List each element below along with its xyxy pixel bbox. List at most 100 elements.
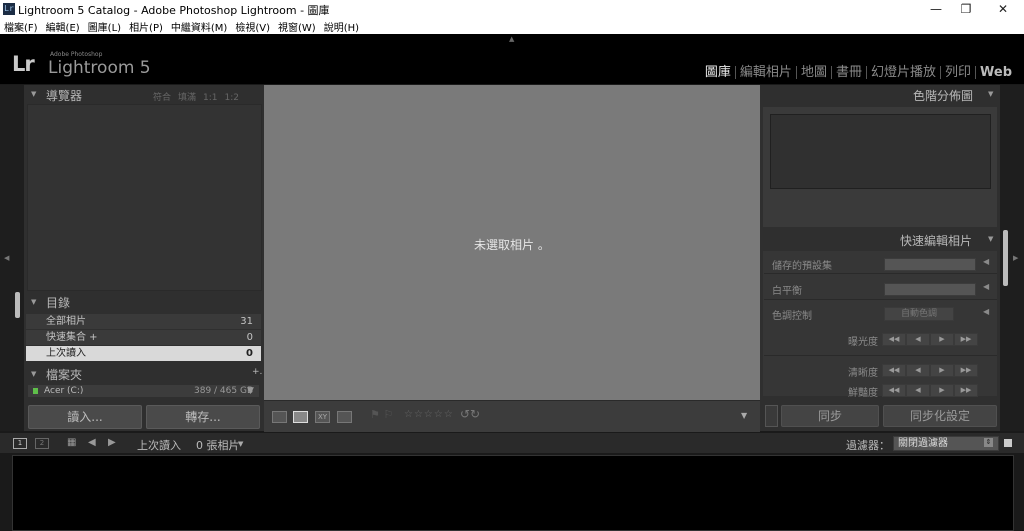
catalog-item-last-import[interactable]: 上次讀入 0 [26,346,261,361]
lr-logo: Lr [12,52,35,76]
zoom-fill[interactable]: 填滿 [178,93,196,103]
histogram-title[interactable]: 色階分佈圖 [913,87,973,104]
menu-metadata[interactable]: 中繼資料(M) [167,18,231,34]
exposure-big-up[interactable]: ▶▶ [954,333,978,346]
catalog-title[interactable]: 目錄 [46,294,70,311]
volume-status-icon [33,388,38,394]
module-library[interactable]: 圖庫 [701,61,735,80]
white-balance-dropdown[interactable] [884,283,976,296]
app-icon: Lr [3,3,15,15]
catalog-item-label: 上次讀入 [46,348,86,359]
clarity-big-up[interactable]: ▶▶ [954,364,978,377]
maximize-button[interactable]: ❐ [948,0,984,18]
sync-settings-button[interactable]: 同步化設定 [883,405,997,427]
zoom-fit[interactable]: 符合 [153,93,171,103]
vibrance-big-down[interactable]: ◀◀ [882,384,906,397]
filter-dropdown-arrow-icon[interactable]: ⇕ [984,438,993,447]
navigator-title[interactable]: 導覽器 [46,87,82,104]
exposure-up[interactable]: ▶ [930,333,954,346]
volume-dropdown-icon[interactable]: ▼ [247,385,254,397]
clarity-up[interactable]: ▶ [930,364,954,377]
filmstrip-count[interactable]: 0 張相片 [196,437,240,453]
compare-view-icon[interactable]: XY [315,411,330,423]
exposure-down[interactable]: ◀ [906,333,930,346]
collapse-top-icon[interactable]: ▲ [509,35,514,43]
folder-volume[interactable]: Acer (C:) 389 / 465 GB ▼ [28,385,259,397]
clarity-down[interactable]: ◀ [906,364,930,377]
catalog-item-quick[interactable]: 快速集合 + 0 [26,330,261,345]
volume-info: 389 / 465 GB [194,386,254,396]
filmstrip[interactable] [12,455,1014,531]
zoom-1-2[interactable]: 1:2 [225,93,239,103]
quick-develop-collapse-icon[interactable]: ▼ [988,235,993,243]
grid-small-icon[interactable]: ▦ [67,437,76,448]
rating-stars[interactable]: ☆☆☆☆☆ [404,409,454,420]
zoom-1-1[interactable]: 1:1 [203,93,217,103]
white-balance-arrow-icon[interactable]: ◀ [983,282,989,291]
catalog-item-all[interactable]: 全部相片 31 [26,314,261,329]
add-folder-button[interactable]: +. [252,367,262,377]
right-scrollbar[interactable] [1003,230,1008,286]
window-titlebar: Lr Lightroom 5 Catalog - Adobe Photoshop… [0,0,1024,18]
back-icon[interactable]: ◀ [88,437,96,448]
histogram-collapse-icon[interactable]: ▼ [988,90,993,98]
auto-tone-button[interactable]: 自動色調 [884,307,954,321]
navigator-collapse-icon[interactable]: ▼ [31,90,36,98]
collapse-left-icon[interactable]: ◀ [4,254,9,262]
close-button[interactable]: ✕ [985,0,1021,18]
menu-photo[interactable]: 相片(P) [125,18,167,34]
primary-window-icon[interactable]: 1 [13,438,27,449]
exposure-big-down[interactable]: ◀◀ [882,333,906,346]
qd-tone-label: 色調控制 [772,311,812,322]
loupe-view-icon[interactable] [293,411,308,423]
module-picker: 圖庫 編輯相片 地圖 書冊 幻燈片播放 列印 Web [701,61,1016,80]
saved-preset-dropdown[interactable] [884,258,976,271]
collapse-right-icon[interactable]: ▶ [1013,254,1018,262]
menu-view[interactable]: 檢視(V) [231,18,274,34]
menu-file[interactable]: 檔案(F) [0,18,42,34]
survey-view-icon[interactable] [337,411,352,423]
forward-icon[interactable]: ▶ [108,437,116,448]
toolbar-menu-icon[interactable]: ▼ [741,411,747,420]
module-print[interactable]: 列印 [941,61,975,80]
module-slideshow[interactable]: 幻燈片播放 [867,61,940,80]
menu-window[interactable]: 視窗(W) [274,18,320,34]
adobe-label: Adobe Photoshop [50,51,103,58]
vibrance-down[interactable]: ◀ [906,384,930,397]
module-map[interactable]: 地圖 [797,61,831,80]
filter-lock-icon[interactable] [1004,439,1012,447]
import-button[interactable]: 讀入... [28,405,142,429]
left-scrollbar[interactable] [15,292,20,318]
clarity-big-down[interactable]: ◀◀ [882,364,906,377]
folders-collapse-icon[interactable]: ▼ [31,370,36,378]
window-title: Lightroom 5 Catalog - Adobe Photoshop Li… [18,4,330,17]
navigator-zoom-options: 符合 填滿 1:1 1:2 [153,90,246,103]
saved-preset-arrow-icon[interactable]: ◀ [983,257,989,266]
menu-help[interactable]: 說明(H) [320,18,363,34]
filmstrip-source[interactable]: 上次讀入 [137,437,181,453]
filter-label: 過濾器： [846,439,890,452]
menu-library[interactable]: 圖庫(L) [84,18,125,34]
folders-title[interactable]: 檔案夾 [46,366,82,383]
rotate-icons[interactable]: ↺↻ [460,407,480,421]
navigator-preview[interactable] [27,104,262,291]
catalog-item-label: 全部相片 [46,316,86,327]
quick-develop-title[interactable]: 快速編輯相片 [900,232,972,249]
menu-edit[interactable]: 編輯(E) [42,18,84,34]
export-button[interactable]: 轉存... [146,405,260,429]
tone-arrow-icon[interactable]: ◀ [983,307,989,316]
secondary-window-icon[interactable]: 2 [35,438,49,449]
flag-icons[interactable]: ⚑ ⚐ [370,408,393,421]
qd-vibrance-label: 鮮豔度 [848,388,878,399]
grid-view-icon[interactable] [272,411,287,423]
module-develop[interactable]: 編輯相片 [736,61,796,80]
vibrance-big-up[interactable]: ▶▶ [954,384,978,397]
module-book[interactable]: 書冊 [832,61,866,80]
module-web[interactable]: Web [976,65,1016,80]
sync-button[interactable]: 同步 [781,405,879,427]
catalog-collapse-icon[interactable]: ▼ [31,298,36,306]
sync-toggle[interactable] [765,405,778,427]
filmstrip-source-dropdown-icon[interactable]: ▼ [238,440,243,448]
histogram [770,114,991,189]
vibrance-up[interactable]: ▶ [930,384,954,397]
